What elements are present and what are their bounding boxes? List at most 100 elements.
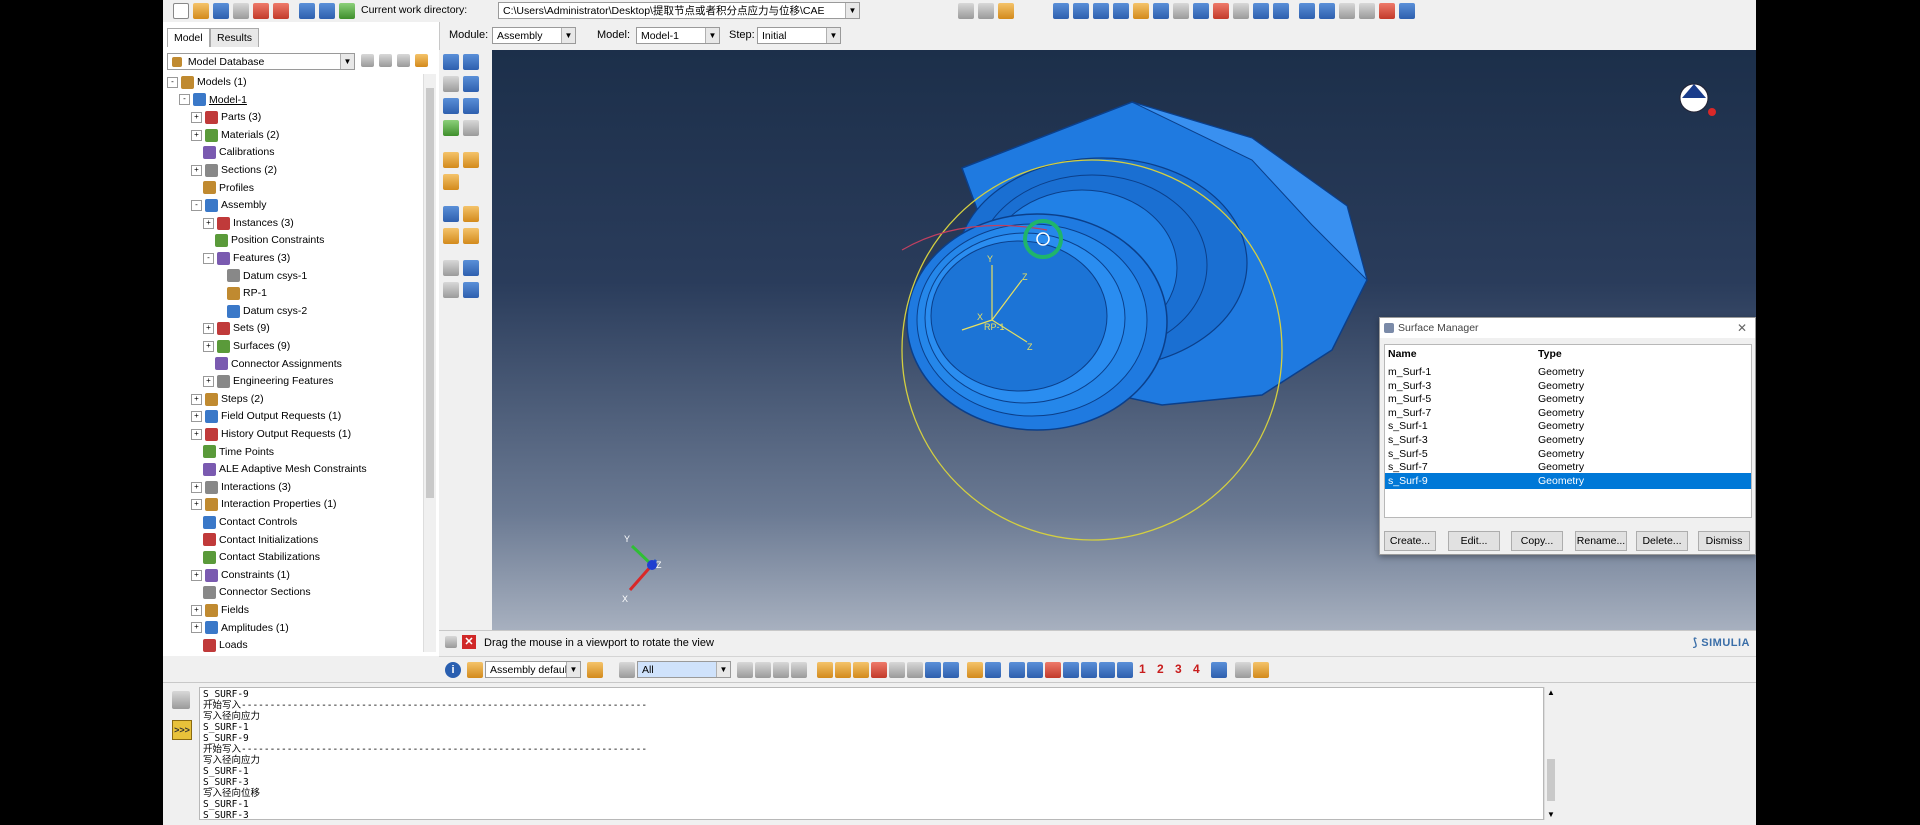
linear-pattern-icon[interactable] xyxy=(463,54,479,70)
collapse-icon[interactable]: - xyxy=(179,94,190,106)
axis-tool-icon[interactable] xyxy=(463,282,479,298)
tree-item[interactable]: + Amplitudes (1) xyxy=(191,620,289,637)
remove-icon[interactable] xyxy=(1045,662,1061,678)
sort-icon[interactable] xyxy=(379,54,392,67)
tree-item[interactable]: + Instances (3) xyxy=(203,215,294,232)
camera-icon[interactable] xyxy=(1133,3,1149,19)
tree-item[interactable]: Calibrations xyxy=(191,144,274,161)
tree-item[interactable]: + Materials (2) xyxy=(191,127,279,144)
create-display-group-icon[interactable] xyxy=(967,662,983,678)
new-file-icon[interactable] xyxy=(173,3,189,19)
position-icon[interactable] xyxy=(463,98,479,114)
view-4-button[interactable]: 4 xyxy=(1193,662,1200,676)
tree-scrollbar[interactable] xyxy=(423,74,436,652)
message-log[interactable]: S_SURF-9 开始写入----------------------------… xyxy=(199,687,1544,820)
work-dir-field[interactable]: C:\Users\Administrator\Desktop\提取节点或者积分点… xyxy=(498,2,860,19)
tree-item[interactable]: + Interaction Properties (1) xyxy=(191,496,337,513)
tree-scrollbar-thumb[interactable] xyxy=(426,88,434,498)
expand-icon[interactable]: + xyxy=(203,340,214,352)
tree-item[interactable]: + Engineering Features xyxy=(203,373,333,390)
database-select[interactable]: Model Database ▼ xyxy=(167,53,355,70)
scroll-up-icon[interactable]: ▲ xyxy=(1547,688,1555,697)
layer-icon[interactable] xyxy=(1053,3,1069,19)
module-select[interactable]: Assembly ▼ xyxy=(492,27,576,44)
view-box-icon[interactable] xyxy=(958,3,974,19)
chevron-down-icon[interactable]: ▼ xyxy=(561,28,575,43)
table-icon[interactable] xyxy=(1153,3,1169,19)
coaxial-icon[interactable] xyxy=(463,120,479,136)
tree-item[interactable]: - Model-1 xyxy=(179,92,247,109)
expand-icon[interactable]: + xyxy=(191,428,202,440)
create-set-icon[interactable] xyxy=(463,206,479,222)
query-icon[interactable] xyxy=(1173,3,1189,19)
image-icon[interactable] xyxy=(273,3,289,19)
expand-icon[interactable]: + xyxy=(191,393,202,405)
select-circle-icon[interactable] xyxy=(791,662,807,678)
tree-item[interactable]: + Steps (2) xyxy=(191,391,264,408)
tree-item[interactable]: + Field Output Requests (1) xyxy=(191,408,341,425)
tree-item[interactable]: Time Points xyxy=(191,444,274,461)
tree-item[interactable]: - Models (1) xyxy=(167,74,247,91)
cycle-view-icon[interactable] xyxy=(1399,3,1415,19)
model-select[interactable]: Model-1 ▼ xyxy=(636,27,720,44)
datum-plane-icon[interactable] xyxy=(443,174,459,190)
tab-results[interactable]: Results xyxy=(210,28,260,47)
chevron-down-icon[interactable]: ▼ xyxy=(566,662,580,677)
zoom-icon[interactable] xyxy=(1339,3,1355,19)
layer-manager-icon[interactable] xyxy=(1253,662,1269,678)
expand-icon[interactable]: + xyxy=(191,129,202,141)
tab-model[interactable]: Model xyxy=(167,28,210,47)
layer-icon[interactable] xyxy=(1093,3,1109,19)
tree-item[interactable]: Connector Sections xyxy=(191,584,311,601)
render-style-select[interactable]: Assembly defaults ▼ xyxy=(485,661,581,678)
python-shell-icon[interactable]: >>> xyxy=(172,720,192,740)
copy-button[interactable]: Copy... xyxy=(1511,531,1563,551)
datum-axis-icon[interactable] xyxy=(463,152,479,168)
edit-button[interactable]: Edit... xyxy=(1448,531,1500,551)
replace-icon[interactable] xyxy=(1009,662,1025,678)
tree-item[interactable]: + Sections (2) xyxy=(191,162,277,179)
axis-view-icon[interactable] xyxy=(1117,662,1133,678)
collapse-icon[interactable]: - xyxy=(191,199,202,211)
tree-item[interactable]: Profiles xyxy=(191,180,254,197)
zoom-box-icon[interactable] xyxy=(1359,3,1375,19)
show-icon[interactable] xyxy=(1081,662,1097,678)
translate-icon[interactable] xyxy=(443,76,459,92)
color-mapping-icon[interactable] xyxy=(587,662,603,678)
close-icon[interactable]: ✕ xyxy=(1737,318,1747,338)
chevron-down-icon[interactable]: ▼ xyxy=(826,28,840,43)
datum-csys-icon[interactable] xyxy=(443,260,459,276)
grid-icon[interactable] xyxy=(1273,3,1289,19)
view-1-button[interactable]: 1 xyxy=(1139,662,1146,676)
select-box-icon[interactable] xyxy=(737,662,753,678)
print-icon[interactable] xyxy=(233,3,249,19)
tree-item[interactable]: + Surfaces (9) xyxy=(203,338,290,355)
grid-icon[interactable] xyxy=(925,662,941,678)
cancel-icon[interactable]: ✕ xyxy=(462,635,476,649)
create-surface-icon[interactable] xyxy=(443,228,459,244)
expand-icon[interactable]: + xyxy=(191,164,202,176)
chevron-down-icon[interactable]: ▼ xyxy=(845,3,859,18)
undo-icon[interactable] xyxy=(889,662,905,678)
chevron-down-icon[interactable]: ▼ xyxy=(340,54,354,69)
intersect-icon[interactable] xyxy=(1063,662,1079,678)
tree-item[interactable]: + Interactions (3) xyxy=(191,479,291,496)
expand-icon[interactable]: + xyxy=(191,411,202,423)
list-icon[interactable] xyxy=(1235,662,1251,678)
select-poly-icon[interactable] xyxy=(773,662,789,678)
line-icon[interactable] xyxy=(1193,3,1209,19)
color-code-icon[interactable] xyxy=(467,662,483,678)
rename-button[interactable]: Rename... xyxy=(1575,531,1627,551)
expand-icon[interactable]: + xyxy=(191,622,202,634)
info-icon[interactable]: i xyxy=(445,662,461,678)
instance-part-icon[interactable] xyxy=(443,54,459,70)
tree-item[interactable]: - Features (3) xyxy=(203,250,290,267)
view-box-icon[interactable] xyxy=(978,3,994,19)
model-tree-icon[interactable] xyxy=(339,3,355,19)
tree-item[interactable]: Connector Assignments xyxy=(203,356,342,373)
tree-item[interactable]: Position Constraints xyxy=(203,232,324,249)
export-icon[interactable] xyxy=(253,3,269,19)
back-arrow-icon[interactable] xyxy=(445,636,457,648)
surface-manager-icon[interactable] xyxy=(463,228,479,244)
rotate-icon[interactable] xyxy=(1319,3,1335,19)
